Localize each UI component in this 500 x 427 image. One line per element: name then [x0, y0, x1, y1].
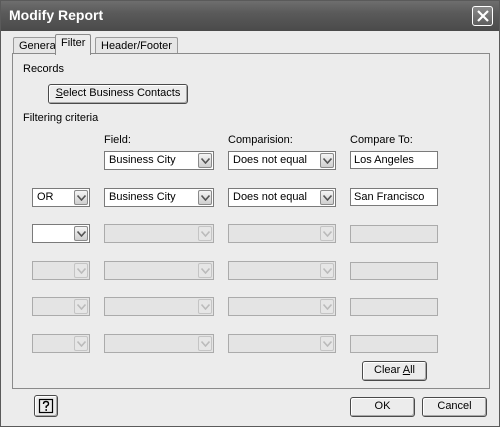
chevron-down-icon — [320, 336, 334, 351]
compare-to-input-6[interactable] — [350, 335, 438, 353]
compare-to-input-1[interactable]: Los Angeles — [350, 151, 438, 169]
field-select-5[interactable] — [104, 297, 214, 316]
clear-all-button[interactable]: Clear All — [362, 361, 427, 381]
field-select-6[interactable] — [104, 334, 214, 353]
window-title: Modify Report — [9, 7, 104, 23]
chevron-down-icon — [198, 226, 212, 241]
select-button-label: elect Business Contacts — [62, 87, 181, 99]
field-select-3[interactable] — [104, 224, 214, 243]
chevron-down-icon — [320, 190, 334, 205]
field-select-1-value: Business City — [109, 154, 176, 166]
comparison-select-2[interactable]: Does not equal — [228, 188, 336, 207]
comparison-select-6[interactable] — [228, 334, 336, 353]
comparison-select-5[interactable] — [228, 297, 336, 316]
modify-report-dialog: Modify Report General Filter Header/Foot… — [0, 0, 500, 427]
help-icon — [38, 398, 54, 414]
clear-all-prefix: Clear — [374, 364, 403, 376]
cancel-button[interactable]: Cancel — [422, 397, 487, 417]
comparison-select-3[interactable] — [228, 224, 336, 243]
select-business-contacts-button[interactable]: Select Business Contacts — [48, 84, 188, 104]
chevron-down-icon — [198, 153, 212, 168]
field-select-2-value: Business City — [109, 191, 176, 203]
close-button[interactable] — [472, 6, 493, 26]
chevron-down-icon — [74, 336, 88, 351]
chevron-down-icon — [74, 226, 88, 241]
chevron-down-icon — [74, 299, 88, 314]
records-heading: Records — [23, 63, 64, 75]
logic-select-3[interactable] — [32, 224, 90, 243]
field-select-1[interactable]: Business City — [104, 151, 214, 170]
comparison-column-header: Comparision: — [228, 134, 293, 146]
tab-header-footer[interactable]: Header/Footer — [95, 37, 178, 54]
compare-to-column-header: Compare To: — [350, 134, 413, 146]
field-select-2[interactable]: Business City — [104, 188, 214, 207]
comparison-select-1-value: Does not equal — [233, 154, 307, 166]
logic-select-4[interactable] — [32, 261, 90, 280]
field-column-header: Field: — [104, 134, 131, 146]
chevron-down-icon — [320, 153, 334, 168]
filtering-criteria-heading: Filtering criteria — [23, 112, 99, 124]
compare-to-input-3[interactable] — [350, 225, 438, 243]
title-bar[interactable]: Modify Report — [1, 1, 499, 31]
logic-select-2[interactable]: OR — [32, 188, 90, 207]
clear-all-mnemonic: A — [402, 364, 411, 376]
comparison-select-2-value: Does not equal — [233, 191, 307, 203]
chevron-down-icon — [198, 336, 212, 351]
clear-all-rest: ll — [410, 364, 415, 376]
comparison-select-4[interactable] — [228, 261, 336, 280]
logic-select-5[interactable] — [32, 297, 90, 316]
chevron-down-icon — [74, 190, 88, 205]
chevron-down-icon — [198, 299, 212, 314]
compare-to-input-2[interactable]: San Francisco — [350, 188, 438, 206]
chevron-down-icon — [74, 263, 88, 278]
filter-tab-panel: Records Select Business Contacts Filteri… — [12, 53, 490, 389]
logic-select-6[interactable] — [32, 334, 90, 353]
select-mnemonic: S — [55, 87, 63, 99]
close-icon — [477, 10, 489, 22]
chevron-down-icon — [320, 263, 334, 278]
compare-to-input-5[interactable] — [350, 298, 438, 316]
comparison-select-1[interactable]: Does not equal — [228, 151, 336, 170]
logic-select-2-value: OR — [37, 191, 54, 203]
tab-filter[interactable]: Filter — [55, 34, 92, 55]
field-select-4[interactable] — [104, 261, 214, 280]
ok-button[interactable]: OK — [350, 397, 415, 417]
help-button[interactable] — [34, 395, 58, 417]
chevron-down-icon — [320, 226, 334, 241]
chevron-down-icon — [198, 263, 212, 278]
compare-to-input-4[interactable] — [350, 262, 438, 280]
chevron-down-icon — [198, 190, 212, 205]
chevron-down-icon — [320, 299, 334, 314]
